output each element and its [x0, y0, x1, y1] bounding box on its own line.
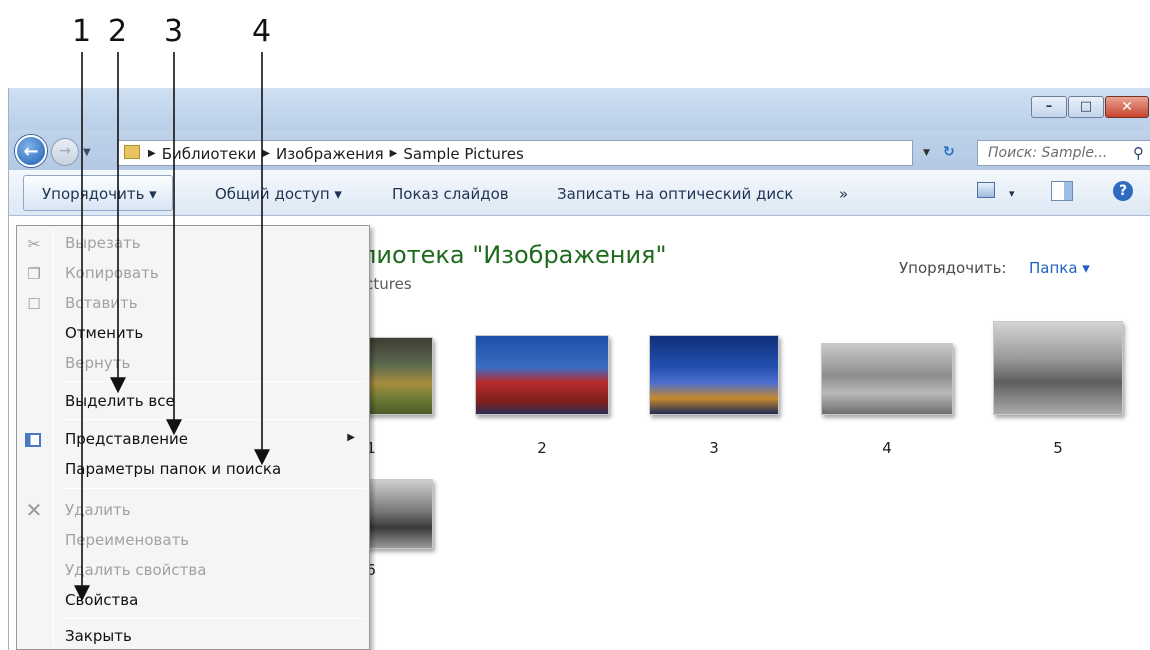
- menu-item-label: Копировать: [65, 264, 159, 282]
- change-view-icon[interactable]: [977, 182, 995, 198]
- address-dropdown-icon[interactable]: ▼: [923, 148, 930, 158]
- maximize-button[interactable]: □: [1068, 96, 1104, 118]
- organize-menu: ✂ Вырезать ❐ Копировать ☐ Вставить Отмен…: [16, 225, 370, 650]
- menu-item-layout[interactable]: Представление ▶: [17, 425, 369, 455]
- chevron-right-icon: ▶: [389, 148, 398, 159]
- slideshow-button[interactable]: Показ слайдов: [392, 185, 509, 203]
- callout-4: 4: [252, 14, 272, 49]
- image-thumbnail[interactable]: [361, 479, 433, 549]
- image-thumbnail[interactable]: [475, 335, 609, 415]
- menu-item-label: Отменить: [65, 324, 144, 342]
- menu-item-undo[interactable]: Отменить: [17, 319, 369, 349]
- address-bar[interactable]: ▶ Библиотеки ▶ Изображения ▶ Sample Pict…: [117, 140, 913, 166]
- menu-item-properties[interactable]: Свойства: [17, 586, 369, 616]
- menu-separator: [61, 618, 365, 619]
- menu-item-rename[interactable]: Переименовать: [17, 526, 369, 556]
- arrange-by-dropdown[interactable]: Папка ▾: [1029, 259, 1090, 277]
- menu-item-label: Вырезать: [65, 234, 141, 252]
- menu-item-select-all[interactable]: Выделить все: [17, 387, 369, 417]
- menu-item-label: Закрыть: [65, 627, 132, 645]
- more-commands-button[interactable]: »: [839, 185, 848, 203]
- thumbnail-label[interactable]: 5: [1028, 439, 1088, 457]
- search-input[interactable]: Поиск: Sample... ⚲: [977, 140, 1150, 166]
- menu-separator: [61, 488, 365, 489]
- copy-icon: ❐: [27, 265, 41, 283]
- thumbnail-label[interactable]: 2: [512, 439, 572, 457]
- menu-item-delete[interactable]: ✕ Удалить: [17, 496, 369, 526]
- menu-item-label: Свойства: [65, 591, 139, 609]
- image-thumbnail[interactable]: [993, 321, 1123, 415]
- menu-item-remove-properties[interactable]: Удалить свойства: [17, 556, 369, 586]
- paste-icon: ☐: [27, 295, 41, 313]
- forward-button[interactable]: →: [51, 138, 79, 166]
- scissors-icon: ✂: [27, 235, 41, 253]
- help-icon[interactable]: ?: [1113, 181, 1133, 201]
- view-dropdown-icon[interactable]: ▾: [1009, 187, 1015, 200]
- refresh-icon[interactable]: ↻: [943, 144, 955, 160]
- breadcrumb: ▶ Библиотеки ▶ Изображения ▶ Sample Pict…: [148, 145, 524, 163]
- menu-item-label: Удалить: [65, 501, 131, 519]
- breadcrumb-item[interactable]: Библиотеки: [162, 145, 257, 163]
- image-thumbnail[interactable]: [649, 335, 779, 415]
- chevron-right-icon: ▶: [262, 148, 270, 159]
- title-bar: – □ ✕: [9, 88, 1150, 130]
- organize-label: Упорядочить ▾: [42, 185, 157, 203]
- share-button[interactable]: Общий доступ ▾: [215, 185, 342, 203]
- back-arrow-icon: ←: [23, 141, 39, 162]
- command-bar: Упорядочить ▾ Общий доступ ▾ Показ слайд…: [9, 170, 1150, 216]
- menu-separator: [61, 419, 365, 420]
- breadcrumb-item[interactable]: Sample Pictures: [403, 145, 523, 163]
- minimize-button[interactable]: –: [1031, 96, 1067, 118]
- address-row: ← → ▼ ▶ Библиотеки ▶ Изображения ▶ Sampl…: [9, 130, 1150, 170]
- menu-item-label: Выделить все: [65, 392, 175, 410]
- delete-x-icon: ✕: [25, 498, 43, 522]
- organize-button[interactable]: Упорядочить ▾: [23, 175, 173, 211]
- close-icon: ✕: [1121, 99, 1133, 115]
- search-icon[interactable]: ⚲: [1133, 144, 1144, 162]
- menu-item-redo[interactable]: Вернуть: [17, 349, 369, 379]
- chevron-right-icon: ▶: [148, 148, 156, 159]
- preview-pane-icon[interactable]: [1051, 181, 1073, 201]
- menu-item-paste[interactable]: ☐ Вставить: [17, 289, 369, 319]
- menu-item-cut[interactable]: ✂ Вырезать: [17, 229, 369, 259]
- menu-item-label: Параметры папок и поиска: [65, 460, 282, 478]
- image-thumbnail[interactable]: [361, 337, 433, 415]
- menu-item-label: Вставить: [65, 294, 138, 312]
- minimize-icon: –: [1045, 99, 1053, 114]
- back-button[interactable]: ←: [15, 135, 47, 167]
- arrange-by-label: Упорядочить:: [899, 259, 1007, 277]
- menu-item-close[interactable]: Закрыть: [17, 622, 369, 650]
- menu-item-label: Вернуть: [65, 354, 131, 372]
- recent-pages-dropdown[interactable]: ▼: [83, 147, 91, 158]
- submenu-arrow-icon: ▶: [347, 432, 355, 443]
- menu-item-folder-options[interactable]: Параметры папок и поиска: [17, 455, 369, 485]
- callout-1: 1: [72, 14, 92, 49]
- thumbnail-label[interactable]: 4: [857, 439, 917, 457]
- callout-2: 2: [108, 14, 128, 49]
- image-thumbnail[interactable]: [821, 343, 953, 415]
- forward-arrow-icon: →: [59, 143, 71, 159]
- thumbnail-label[interactable]: 3: [684, 439, 744, 457]
- breadcrumb-item[interactable]: Изображения: [276, 145, 384, 163]
- search-placeholder: Поиск: Sample...: [988, 145, 1108, 161]
- maximize-icon: □: [1079, 99, 1093, 114]
- close-button[interactable]: ✕: [1105, 96, 1149, 118]
- library-title: лиотека "Изображения": [361, 241, 667, 269]
- menu-item-copy[interactable]: ❐ Копировать: [17, 259, 369, 289]
- menu-separator: [61, 381, 365, 382]
- menu-item-label: Переименовать: [65, 531, 190, 549]
- menu-item-label: Удалить свойства: [65, 561, 207, 579]
- callout-3: 3: [164, 14, 184, 49]
- folder-icon: [124, 145, 140, 159]
- layout-icon: [25, 433, 41, 447]
- burn-disc-button[interactable]: Записать на оптический диск: [557, 185, 793, 203]
- menu-item-label: Представление: [65, 430, 189, 448]
